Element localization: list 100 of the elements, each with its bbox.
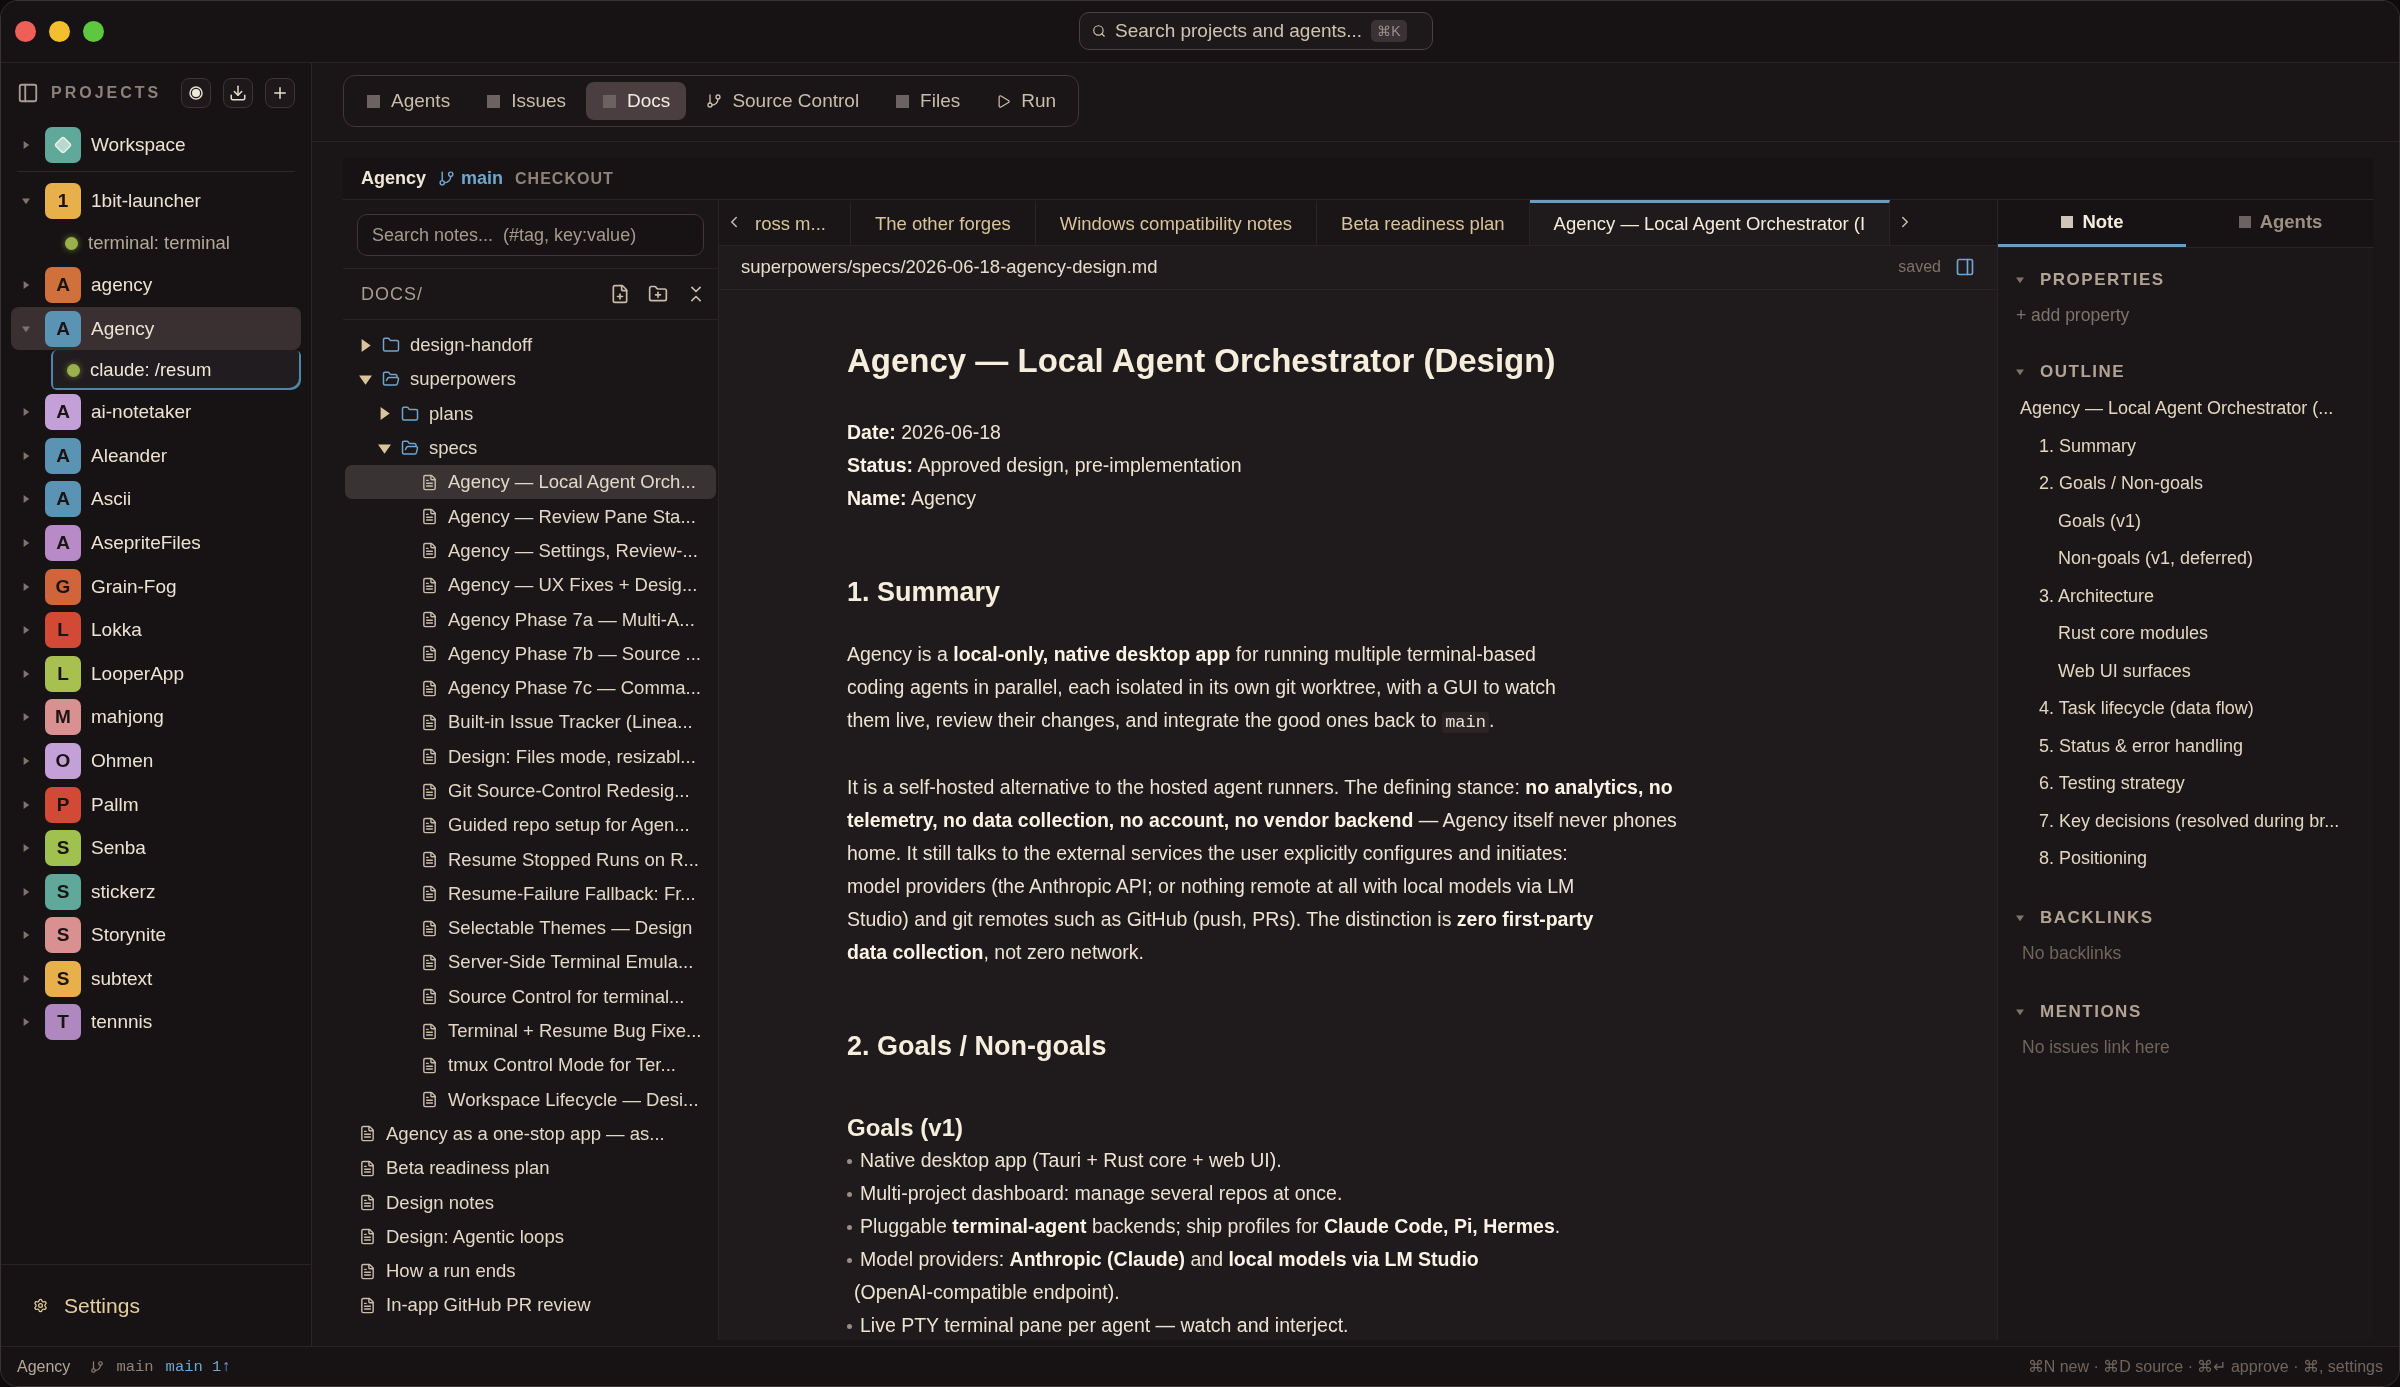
file-item[interactable]: Built-in Issue Tracker (Linea...	[345, 705, 716, 740]
file-item[interactable]: Source Control for terminal...	[345, 979, 716, 1014]
project-item[interactable]: L Lokka	[11, 608, 301, 652]
project-item[interactable]: P Pallm	[11, 782, 301, 827]
add-button[interactable]	[265, 78, 295, 108]
file-item[interactable]: Agency — Review Pane Sta...	[345, 499, 716, 534]
outline-item[interactable]: 5. Status & error handling	[2016, 727, 2374, 765]
caret-right-icon[interactable]	[359, 338, 372, 352]
project-item[interactable]: S Storynite	[11, 913, 301, 958]
file-item[interactable]: Agency Phase 7b — Source ...	[345, 636, 716, 671]
panel-tab[interactable]: Agents	[2186, 200, 2374, 247]
file-item[interactable]: Resume-Failure Fallback: Fr...	[345, 876, 716, 912]
file-item[interactable]: Agency — Local Agent Orch...	[345, 465, 716, 500]
close-button[interactable]	[15, 21, 36, 42]
file-item[interactable]: Git Source-Control Redesig...	[345, 773, 716, 809]
file-item[interactable]: Workspace Lifecycle — Desi...	[345, 1082, 716, 1117]
file-item[interactable]: tmux Control Mode for Ter...	[345, 1048, 716, 1083]
outline-item[interactable]: 4. Task lifecycle (data flow)	[2016, 690, 2374, 728]
folder-item[interactable]: specs	[345, 430, 716, 466]
mode-tab[interactable]: Source Control	[690, 82, 876, 120]
minimize-button[interactable]	[49, 21, 70, 42]
file-icon	[359, 1194, 376, 1212]
outline-item[interactable]: 8. Positioning	[2016, 840, 2374, 878]
file-item[interactable]: Server-Side Terminal Emula...	[345, 945, 716, 980]
caret-right-icon[interactable]	[378, 407, 391, 421]
mode-tab[interactable]: Agents	[350, 82, 467, 120]
outline-item[interactable]: Web UI surfaces	[2016, 652, 2374, 690]
settings-button[interactable]: Settings	[33, 1293, 140, 1318]
mode-tab[interactable]: Docs	[586, 82, 687, 120]
file-item[interactable]: Agency — Settings, Review-...	[345, 533, 716, 569]
project-item[interactable]: A Ascii	[11, 477, 301, 522]
project-item[interactable]: G Grain-Fog	[11, 564, 301, 609]
project-item[interactable]: 1 1bit-launcher	[11, 179, 301, 224]
square-icon	[2060, 215, 2075, 229]
project-item[interactable]: A agency	[11, 263, 301, 307]
mode-tab[interactable]: Files	[879, 82, 977, 120]
project-item[interactable]: T tennnis	[11, 1000, 301, 1045]
outline-item[interactable]: 7. Key decisions (resolved during br...	[2016, 802, 2374, 840]
project-avatar: A	[45, 310, 81, 347]
outline-item[interactable]: 2. Goals / Non-goals	[2016, 465, 2374, 503]
file-item[interactable]: Design: Files mode, resizabl...	[345, 739, 716, 774]
sidebar-toggle-icon[interactable]	[17, 82, 39, 104]
project-item[interactable]: S stickerz	[11, 869, 301, 914]
save-status: saved	[1898, 258, 1941, 277]
shortcut-hints: ⌘N new · ⌘D source · ⌘↵ approve · ⌘, settings	[2027, 1357, 2383, 1376]
panel-tab[interactable]: Note	[1998, 200, 2186, 247]
record-button[interactable]	[181, 78, 211, 108]
agent-session[interactable]: claude: /resum	[51, 350, 301, 391]
file-icon	[421, 645, 438, 663]
project-avatar: G	[45, 568, 81, 605]
folder-item[interactable]: design-handoff	[345, 328, 716, 363]
panel-toggle-icon[interactable]	[1955, 257, 1975, 278]
outline-item[interactable]: Non-goals (v1, deferred)	[2016, 540, 2374, 578]
project-item[interactable]: A Aleander	[11, 433, 301, 478]
project-item[interactable]: L LooperApp	[11, 651, 301, 696]
new-folder-icon[interactable]	[648, 284, 668, 304]
project-item[interactable]: A AsepriteFiles	[11, 521, 301, 565]
file-item[interactable]: How a run ends	[345, 1254, 716, 1289]
document-tab[interactable]: Agency — Local Agent Orchestrator (I	[1529, 200, 1891, 245]
file-item[interactable]: Design: Agentic loops	[345, 1219, 716, 1254]
add-property-button[interactable]: + add property	[2016, 298, 2374, 332]
project-item[interactable]: Workspace	[11, 123, 301, 167]
search-field[interactable]: Search projects and agents... ⌘K	[1079, 12, 1433, 50]
download-icon	[229, 84, 247, 102]
file-item[interactable]: Agency Phase 7c — Comma...	[345, 670, 716, 706]
folder-item[interactable]: superpowers	[345, 362, 716, 397]
file-icon	[421, 1022, 438, 1040]
mode-tab[interactable]: Issues	[470, 82, 583, 120]
project-item[interactable]: M mahjong	[11, 695, 301, 740]
project-item[interactable]: S Senba	[11, 826, 301, 870]
new-file-icon[interactable]	[610, 284, 630, 304]
checkout-button[interactable]: CHECKOUT	[515, 169, 614, 188]
outline-item[interactable]: Agency — Local Agent Orchestrator (...	[2016, 390, 2374, 428]
project-item[interactable]: A Agency	[11, 306, 301, 351]
bullet-icon	[847, 1323, 852, 1329]
file-item[interactable]: Design notes	[345, 1185, 716, 1220]
zoom-button[interactable]	[83, 21, 104, 42]
project-item[interactable]: A ai-notetaker	[11, 390, 301, 434]
file-item[interactable]: Agency as a one-stop app — as...	[345, 1116, 716, 1152]
folder-item[interactable]: plans	[345, 396, 716, 431]
file-item[interactable]: Selectable Themes — Design	[345, 911, 716, 946]
file-item[interactable]: Terminal + Resume Bug Fixe...	[345, 1013, 716, 1049]
file-item[interactable]: Beta readiness plan	[345, 1151, 716, 1186]
file-item[interactable]: Agency Phase 7a — Multi-A...	[345, 602, 716, 637]
outline-item[interactable]: Rust core modules	[2016, 615, 2374, 653]
outline-item[interactable]: 3. Architecture	[2016, 577, 2374, 615]
project-item[interactable]: S subtext	[11, 957, 301, 1001]
file-item[interactable]: Agency — UX Fixes + Desig...	[345, 568, 716, 603]
download-button[interactable]	[223, 78, 253, 108]
project-item[interactable]: O Ohmen	[11, 739, 301, 783]
outline-item[interactable]: Goals (v1)	[2016, 502, 2374, 540]
file-item[interactable]: Resume Stopped Runs on R...	[345, 842, 716, 877]
agent-session[interactable]: terminal: terminal	[51, 223, 301, 264]
search-field[interactable]: Search notes... (#tag, key:value)	[357, 214, 704, 256]
file-item[interactable]: Guided repo setup for Agen...	[345, 808, 716, 843]
outline-item[interactable]: 6. Testing strategy	[2016, 765, 2374, 803]
mode-tab[interactable]: Run	[980, 82, 1073, 120]
file-icon	[421, 748, 438, 766]
outline-item[interactable]: 1. Summary	[2016, 427, 2374, 465]
file-item[interactable]: In-app GitHub PR review	[345, 1288, 716, 1323]
